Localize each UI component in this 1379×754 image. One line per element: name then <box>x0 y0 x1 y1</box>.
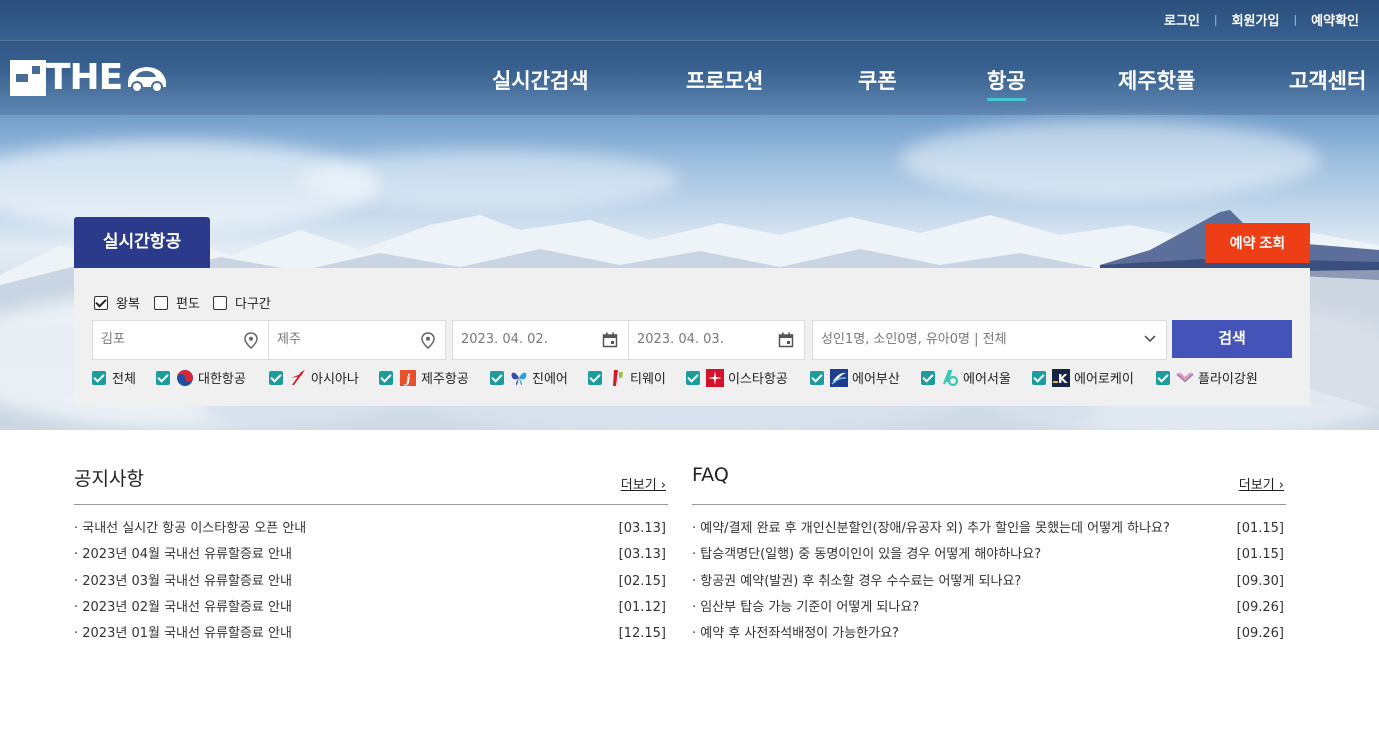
checkbox-icon <box>686 370 700 385</box>
main-header: THE 실시간검색 프로모션 쿠폰 항공 제주핫플 고객센터 <box>0 40 1379 115</box>
checkbox-icon <box>588 370 602 385</box>
fly-gangwon-logo-icon <box>1176 369 1194 387</box>
notice-item[interactable]: · 국내선 실시간 항공 이스타항공 오픈 안내 [03.13] <box>74 516 668 542</box>
faq-item[interactable]: · 예약/결제 완료 후 개인신분할인(장애/유공자 외) 추가 할인을 못했는… <box>692 516 1286 542</box>
airline-eastar-checkbox[interactable]: 이스타항공 <box>686 368 788 387</box>
reservation-lookup-button[interactable]: 예약 조회 <box>1205 223 1310 263</box>
calendar-icon <box>602 332 618 348</box>
login-link[interactable]: 로그인 <box>1164 10 1200 29</box>
nav-promotion[interactable]: 프로모션 <box>686 65 763 95</box>
checkbox-icon <box>92 370 106 385</box>
faq-item[interactable]: · 항공권 예약(발권) 후 취소할 경우 수수료는 어떻게 되나요? [09.3… <box>692 569 1286 595</box>
passenger-select[interactable]: 성인1명, 소인0명, 유아0명 | 전체 <box>812 320 1167 360</box>
notice-item[interactable]: · 2023년 02월 국내선 유류할증료 안내 [01.12] <box>74 595 668 621</box>
checkbox-icon <box>921 370 935 385</box>
location-pin-icon <box>244 332 258 349</box>
calendar-icon <box>778 332 794 348</box>
checkbox-icon <box>213 295 227 310</box>
trip-oneway-checkbox[interactable]: 편도 <box>154 293 200 312</box>
notice-item[interactable]: · 2023년 04월 국내선 유류할증료 안내 [03.13] <box>74 542 668 568</box>
faq-board: FAQ 더보기 › · 예약/결제 완료 후 개인신분할인(장애/유공자 외) … <box>692 464 1286 641</box>
nav-customer-center[interactable]: 고객센터 <box>1289 65 1366 95</box>
faq-more-link[interactable]: 더보기 › <box>1239 474 1284 493</box>
checkbox-icon <box>154 295 168 310</box>
airline-tway-checkbox[interactable]: 티웨이 <box>588 368 666 387</box>
airline-asiana-checkbox[interactable]: 아시아나 <box>269 368 359 387</box>
checkbox-icon <box>379 370 393 385</box>
return-date-input[interactable]: 2023. 04. 03. <box>628 320 805 360</box>
trip-roundtrip-checkbox[interactable]: 왕복 <box>94 293 140 312</box>
site-logo[interactable]: THE <box>10 60 168 96</box>
tway-logo-icon <box>608 369 626 387</box>
divider <box>74 504 668 505</box>
reservation-check-link[interactable]: 예약확인 <box>1311 10 1359 29</box>
checkbox-icon <box>269 370 283 385</box>
airline-air-busan-checkbox[interactable]: 에어부산 <box>810 368 900 387</box>
trip-multicity-checkbox[interactable]: 다구간 <box>213 293 271 312</box>
checkbox-icon <box>1156 370 1170 385</box>
hero-banner: 로그인 | 회원가입 | 예약확인 THE 실시간검색 프로모션 쿠폰 항공 제… <box>0 0 1379 430</box>
flight-search-panel: 왕복 편도 다구간 김포 제주 2023. 04. 02. 2023. 04. … <box>74 268 1310 406</box>
logo-text: THE <box>46 57 123 98</box>
checkbox-icon <box>1032 370 1046 385</box>
notice-item[interactable]: · 2023년 03월 국내선 유류할증료 안내 [02.15] <box>74 569 668 595</box>
asiana-logo-icon <box>289 369 307 387</box>
airline-jeju-air-checkbox[interactable]: j 제주항공 <box>379 368 469 387</box>
signup-link[interactable]: 회원가입 <box>1232 10 1280 29</box>
notice-item[interactable]: · 2023년 01월 국내선 유류할증료 안내 [12.15] <box>74 621 668 647</box>
air-seoul-logo-icon <box>941 369 959 387</box>
jeju-air-logo-icon: j <box>399 369 417 387</box>
top-utility-bar: 로그인 | 회원가입 | 예약확인 <box>0 0 1379 40</box>
arrival-input[interactable]: 제주 <box>268 320 446 360</box>
location-pin-icon <box>421 332 435 349</box>
nav-jeju-hotplace[interactable]: 제주핫플 <box>1118 65 1195 95</box>
notice-title: 공지사항 <box>74 468 144 490</box>
car-icon <box>128 67 167 93</box>
nav-coupon[interactable]: 쿠폰 <box>858 65 897 95</box>
checkbox-icon <box>156 370 170 385</box>
airline-aero-k-checkbox[interactable]: K 에어로케이 <box>1032 368 1134 387</box>
logo-mark-icon <box>10 60 46 96</box>
airline-all-checkbox[interactable]: 전체 <box>92 368 136 387</box>
faq-item[interactable]: · 예약 후 사전좌석배정이 가능한가요? [09.26] <box>692 621 1286 647</box>
faq-title: FAQ <box>692 464 729 486</box>
checkbox-icon <box>490 370 504 385</box>
svg-text:K: K <box>1058 372 1068 386</box>
jin-air-logo-icon <box>510 369 528 387</box>
realtime-flight-tab[interactable]: 실시간항공 <box>74 217 210 268</box>
eastar-logo-icon <box>706 368 724 387</box>
airline-jin-air-checkbox[interactable]: 진에어 <box>490 368 568 387</box>
airline-korean-air-checkbox[interactable]: 대한항공 <box>156 368 246 387</box>
airline-fly-gangwon-checkbox[interactable]: 플라이강원 <box>1156 368 1258 387</box>
nav-realtime-search[interactable]: 실시간검색 <box>492 65 589 95</box>
search-button[interactable]: 검색 <box>1172 320 1292 358</box>
checkbox-icon <box>810 370 824 385</box>
departure-input[interactable]: 김포 <box>92 320 269 360</box>
airline-air-seoul-checkbox[interactable]: 에어서울 <box>921 368 1011 387</box>
korean-air-logo-icon <box>176 369 194 387</box>
svg-text:j: j <box>404 372 411 386</box>
divider <box>692 504 1286 505</box>
notice-board: 공지사항 더보기 › · 국내선 실시간 항공 이스타항공 오픈 안내 [03.1… <box>74 464 668 641</box>
faq-item[interactable]: · 탑승객명단(일행) 중 동명이인이 있을 경우 어떻게 해야하나요? [01.… <box>692 542 1286 568</box>
checkbox-icon <box>94 295 108 310</box>
faq-item[interactable]: · 임산부 탑승 가능 기준이 어떻게 되나요? [09.26] <box>692 595 1286 621</box>
notice-more-link[interactable]: 더보기 › <box>621 474 666 493</box>
depart-date-input[interactable]: 2023. 04. 02. <box>452 320 629 360</box>
aero-k-logo-icon: K <box>1052 368 1070 387</box>
nav-flight[interactable]: 항공 <box>987 65 1026 101</box>
chevron-down-icon <box>1144 335 1156 343</box>
air-busan-logo-icon <box>830 368 848 387</box>
